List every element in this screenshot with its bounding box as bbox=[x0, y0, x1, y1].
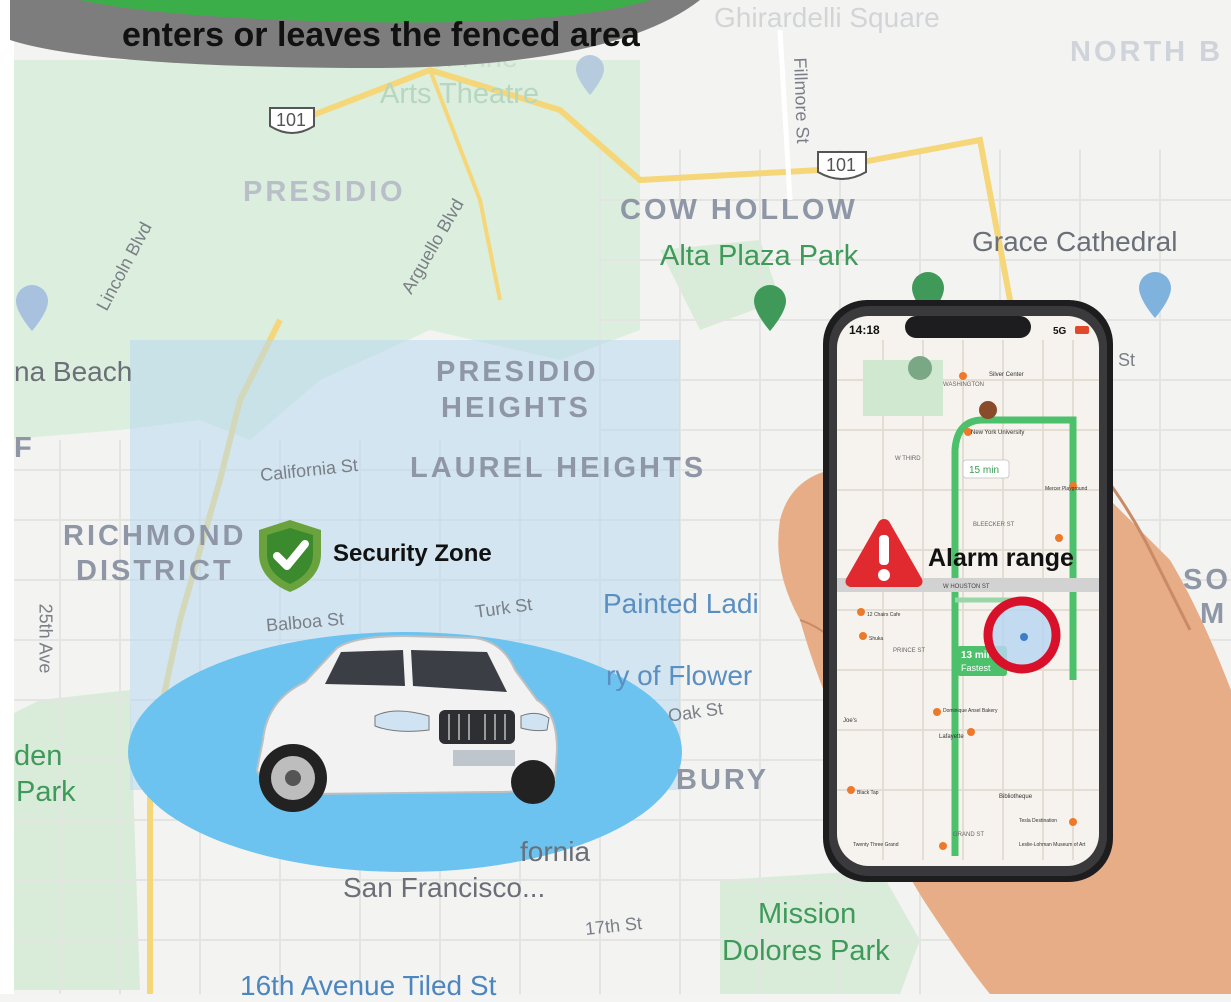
place-label: na Beach bbox=[14, 356, 133, 387]
phone-poi: Lafayette bbox=[939, 734, 964, 740]
phone-poi: Silver Center bbox=[989, 372, 1024, 378]
district-label: PRESIDIO bbox=[436, 356, 599, 388]
district-label: PRESIDIO bbox=[243, 176, 406, 208]
phone-poi: Twenty Three Grand bbox=[853, 842, 899, 848]
phone-street: W THIRD bbox=[895, 456, 921, 462]
park-label: Alta Plaza Park bbox=[660, 240, 859, 272]
place-label: Ghirardelli Square bbox=[714, 2, 940, 33]
district-label: LAUREL HEIGHTS bbox=[410, 452, 707, 484]
warning-icon bbox=[845, 519, 923, 587]
phone-poi: Shuka bbox=[869, 636, 883, 642]
place-label: 16th Avenue Tiled St bbox=[240, 970, 497, 1001]
phone-street: PRINCE ST bbox=[893, 648, 925, 654]
district-label: COW HOLLOW bbox=[620, 194, 858, 226]
alarm-range-label: Alarm range bbox=[928, 544, 1074, 572]
status-signal: 5G bbox=[1053, 326, 1067, 337]
district-label: F bbox=[14, 432, 35, 464]
highway-shield-label: 101 bbox=[826, 155, 857, 175]
phone-street: W HOUSTON ST bbox=[943, 584, 990, 590]
place-label: San Francisco... bbox=[343, 872, 546, 903]
district-label: HEIGHTS bbox=[441, 392, 591, 424]
phone-poi: Leslie-Lohman Museum of Art bbox=[1019, 842, 1086, 848]
district-label: BURY bbox=[676, 764, 770, 796]
phone-street: GRAND ST bbox=[953, 832, 984, 838]
park-label: Park bbox=[16, 776, 76, 808]
phone-poi: Joe's bbox=[843, 718, 857, 724]
phone-poi: Black Tap bbox=[857, 790, 879, 796]
place-label: Painted Ladi bbox=[603, 588, 759, 619]
district-label: RICHMOND bbox=[63, 520, 247, 552]
street-label: Fillmore St bbox=[790, 57, 814, 144]
route-time-a: 15 min bbox=[969, 465, 999, 476]
place-label: ry of Flower bbox=[606, 660, 753, 691]
phone-poi: Dominique Ansel Bakery bbox=[943, 708, 998, 714]
place-label: fornia bbox=[520, 836, 591, 867]
status-time: 14:18 bbox=[849, 323, 880, 337]
phone-poi: Tesla Destination bbox=[1019, 818, 1057, 824]
car-illustration bbox=[255, 634, 559, 812]
phone-poi: New York University bbox=[971, 430, 1024, 436]
district-label: DISTRICT bbox=[76, 555, 234, 587]
street-label: 25th Ave bbox=[35, 603, 56, 674]
phone-street: BLEECKER ST bbox=[973, 522, 1015, 528]
security-zone-label: Security Zone bbox=[333, 540, 492, 567]
phone-poi: Bibliotheque bbox=[999, 794, 1033, 800]
route-fastest: Fastest bbox=[961, 663, 991, 673]
highway-shield-label: 101 bbox=[276, 110, 307, 130]
street-label: St bbox=[1118, 350, 1136, 370]
phone-poi: 12 Chairs Cafe bbox=[867, 612, 901, 618]
phone-poi: Mercer Playground bbox=[1045, 486, 1087, 492]
place-label: Grace Cathedral bbox=[972, 226, 1178, 257]
banner-text: enters or leaves the fenced area bbox=[122, 16, 640, 54]
district-label: NORTH B bbox=[1070, 36, 1224, 68]
shield-check-icon bbox=[259, 520, 321, 592]
phone-street: WASHINGTON bbox=[943, 382, 984, 388]
park-label: Arts Theatre bbox=[380, 78, 540, 110]
smartphone: 14:18 5G 15 min 13 min Fastest WASHINGTO… bbox=[823, 300, 1113, 882]
park-label: den bbox=[14, 740, 63, 772]
